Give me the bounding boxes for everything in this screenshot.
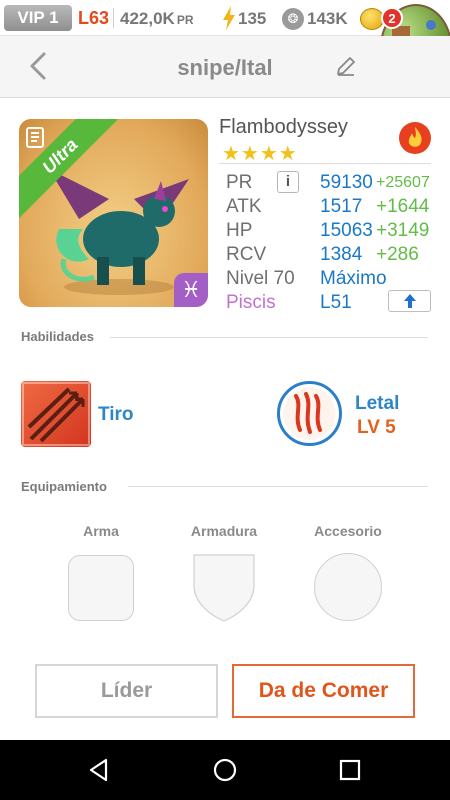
armor-label: Armadura	[190, 523, 258, 539]
armor-slot[interactable]	[190, 551, 258, 623]
page-header: snipe/Ital	[0, 36, 450, 98]
skill-level-lethal: LV 5	[357, 417, 396, 438]
nav-home-icon[interactable]	[212, 757, 238, 783]
stat-bonus-hp: +3149	[376, 220, 430, 241]
stat-label-atk: ATK	[226, 196, 262, 217]
level-value: Máximo	[320, 268, 387, 289]
android-nav-bar	[0, 740, 450, 800]
nav-recent-apps-icon[interactable]	[338, 758, 362, 782]
paw-icon: ❂	[282, 8, 304, 30]
arrow-up-icon	[403, 294, 416, 308]
energy-value: 135	[238, 9, 267, 28]
divider	[113, 8, 114, 28]
section-title-skills: Habilidades	[21, 329, 94, 344]
stat-value-rcv: 1384	[320, 244, 363, 265]
stat-label-pr: PR	[226, 172, 253, 193]
accessory-slot[interactable]	[314, 553, 382, 621]
divider	[128, 486, 428, 487]
stat-bonus-pr: +25607	[376, 174, 430, 191]
lethal-skill-icon[interactable]	[277, 381, 342, 446]
resource-bar: VIP 1 L63 422,0K PR 135 ❂ 143K 2	[0, 0, 450, 90]
zodiac-level: L51	[320, 292, 352, 313]
lightning-icon	[223, 6, 235, 30]
book-icon[interactable]	[25, 125, 47, 149]
power-number: 422,0K	[120, 9, 175, 28]
skill-name-lethal: Letal	[355, 393, 400, 414]
weapon-label: Arma	[83, 523, 119, 539]
notification-badge: 2	[381, 7, 403, 29]
nav-back-icon[interactable]	[86, 757, 112, 783]
stat-label-hp: HP	[226, 220, 253, 241]
level-label: Nivel 70	[226, 268, 295, 289]
power-unit: PR	[176, 13, 194, 27]
zodiac-label: Piscis	[226, 292, 276, 313]
zodiac-pisces-icon: ♓	[174, 273, 208, 307]
stat-value-pr: 59130	[320, 172, 373, 193]
stat-bonus-rcv: +286	[376, 244, 419, 265]
weapon-slot[interactable]	[68, 555, 134, 621]
leader-button[interactable]: Líder	[35, 664, 218, 718]
food-value: 143K	[307, 9, 348, 28]
page-title: snipe/Ital	[177, 55, 273, 80]
creature-portrait: Ultra ♓	[19, 119, 208, 307]
stat-value-atk: 1517	[320, 196, 363, 217]
skill-shot-icon[interactable]	[21, 381, 91, 447]
pencil-icon[interactable]	[333, 54, 359, 80]
accessory-label: Accesorio	[314, 523, 382, 539]
stat-bonus-atk: +1644	[376, 196, 430, 217]
power-value: 422,0K PR	[120, 9, 194, 29]
upgrade-button[interactable]	[388, 290, 431, 312]
divider	[110, 337, 428, 338]
section-title-equipment: Equipamiento	[21, 479, 107, 494]
fire-element-icon	[399, 122, 431, 154]
player-level: L63	[78, 8, 110, 28]
vip-badge[interactable]: VIP 1	[4, 5, 72, 31]
stat-label-rcv: RCV	[226, 244, 267, 265]
creature-name: Flambodyssey	[219, 116, 348, 138]
divider	[219, 163, 431, 164]
stat-value-hp: 15063	[320, 220, 373, 241]
feed-button[interactable]: Da de Comer	[232, 664, 415, 718]
skill-name-shot: Tiro	[98, 404, 134, 425]
info-icon[interactable]: i	[277, 171, 299, 193]
